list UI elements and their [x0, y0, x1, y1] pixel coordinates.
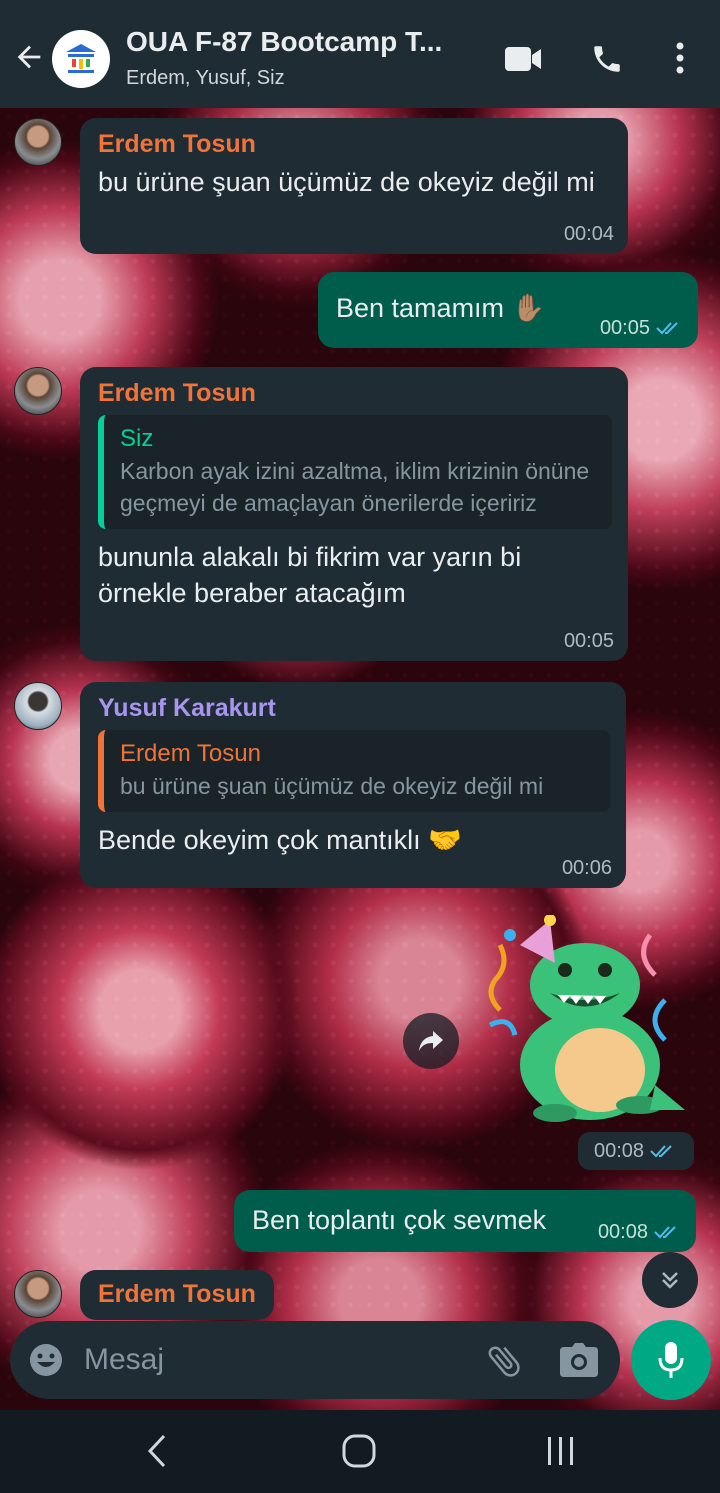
sender-name[interactable]: Erdem Tosun: [98, 1278, 258, 1310]
time-label: 00:04: [563, 223, 614, 245]
time-label: 00:08: [593, 1139, 645, 1162]
nav-recent-icon[interactable]: [544, 1432, 578, 1470]
emoji-icon[interactable]: [28, 1342, 64, 1378]
attach-icon[interactable]: [484, 1341, 524, 1381]
message-text: bununla alakalı bi fikrim var yarın bi ö…: [98, 542, 522, 608]
voice-message-button[interactable]: [631, 1320, 711, 1400]
message-bubble[interactable]: Yusuf Karakurt Erdem Tosun bu ürüne şuan…: [80, 682, 626, 888]
back-arrow-icon[interactable]: [12, 40, 46, 74]
sender-name[interactable]: Yusuf Karakurt: [98, 692, 610, 724]
read-ticks-icon: [650, 1145, 672, 1158]
quoted-sender: Siz: [120, 425, 154, 452]
time-label: 00:08: [597, 1221, 648, 1243]
party-dinosaur-sticker[interactable]: [480, 915, 690, 1125]
chat-header: OUA F-87 Bootcamp T... Erdem, Yusuf, Siz: [0, 0, 720, 108]
chat-participants[interactable]: Erdem, Yusuf, Siz: [126, 67, 285, 90]
message-bubble[interactable]: Ben tamamım ✋🏽 00:05: [318, 272, 698, 348]
sticker-time: 00:08: [578, 1132, 694, 1170]
nav-back-icon[interactable]: [144, 1432, 172, 1470]
quoted-message[interactable]: Siz Karbon ayak izini azaltma, iklim kri…: [98, 415, 612, 529]
message-text: Bende okeyim çok mantıklı 🤝: [98, 825, 462, 855]
scroll-to-bottom-button[interactable]: [642, 1252, 698, 1308]
forward-icon: [419, 1031, 443, 1051]
read-ticks-icon: [654, 1226, 676, 1239]
group-avatar[interactable]: [52, 30, 110, 88]
message-bubble[interactable]: Ben toplantı çok sevmek 00:08: [234, 1190, 696, 1252]
message-time: 00:05: [564, 629, 614, 653]
mic-icon: [658, 1342, 684, 1378]
video-call-icon[interactable]: [504, 44, 542, 74]
scroll-down-icon: [662, 1272, 678, 1289]
message-time: 00:04: [564, 222, 614, 246]
message-bubble[interactable]: Erdem Tosun Siz Karbon ayak izini azaltm…: [80, 367, 628, 661]
more-vert-icon[interactable]: [670, 40, 690, 76]
avatar[interactable]: [14, 367, 62, 415]
camera-icon[interactable]: [560, 1343, 598, 1377]
quoted-sender: Erdem Tosun: [120, 740, 261, 767]
message-time: 00:05: [600, 316, 684, 340]
forward-button[interactable]: [403, 1013, 459, 1069]
message-bubble[interactable]: Erdem Tosun bu ürüne şuan üçümüz de okey…: [80, 118, 628, 254]
message-input[interactable]: [84, 1337, 464, 1383]
message-text: bu ürüne şuan üçümüz de okeyiz değil mi: [98, 167, 595, 197]
avatar[interactable]: [14, 1270, 62, 1318]
quoted-message[interactable]: Erdem Tosun bu ürüne şuan üçümüz de okey…: [98, 730, 610, 812]
sender-name[interactable]: Erdem Tosun: [98, 128, 612, 160]
nav-home-icon[interactable]: [340, 1432, 378, 1470]
avatar[interactable]: [14, 118, 62, 166]
quoted-text: Karbon ayak izini azaltma, iklim krizini…: [120, 458, 590, 516]
message-time: 00:08: [598, 1220, 682, 1244]
quoted-text: bu ürüne şuan üçümüz de okeyiz değil mi: [120, 773, 544, 799]
message-bubble[interactable]: Erdem Tosun: [80, 1270, 274, 1320]
sender-name[interactable]: Erdem Tosun: [98, 377, 612, 409]
message-composer: [10, 1321, 620, 1399]
phone-icon[interactable]: [590, 42, 624, 76]
avatar[interactable]: [14, 682, 62, 730]
time-label: 00:05: [563, 630, 614, 652]
system-navigation-bar: [0, 1410, 720, 1493]
chat-title[interactable]: OUA F-87 Bootcamp T...: [126, 26, 476, 58]
message-time: 00:06: [562, 856, 612, 880]
time-label: 00:06: [561, 857, 612, 879]
time-label: 00:05: [599, 317, 650, 339]
read-ticks-icon: [656, 322, 678, 335]
academy-logo-icon: [66, 44, 96, 73]
